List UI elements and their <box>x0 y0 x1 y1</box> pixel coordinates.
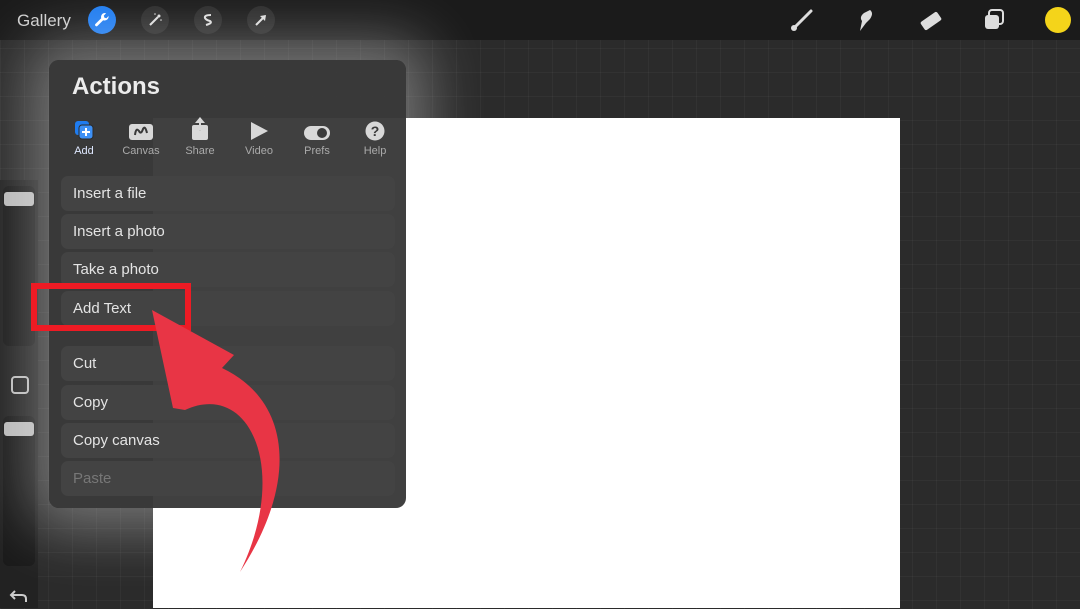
annotation-arrow <box>152 310 280 572</box>
